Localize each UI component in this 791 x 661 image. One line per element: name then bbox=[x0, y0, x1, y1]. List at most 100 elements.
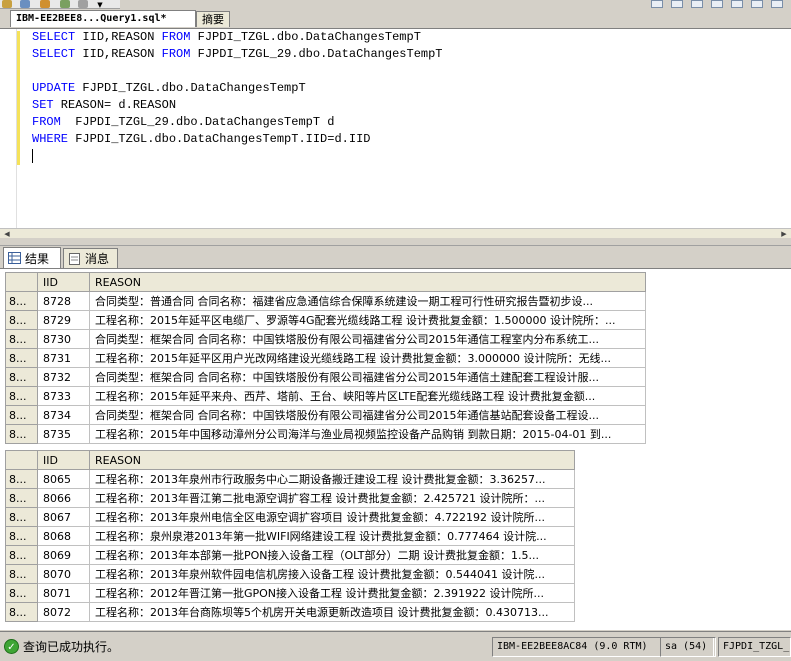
row-header[interactable]: 8... bbox=[5, 507, 38, 527]
tab-results[interactable]: 结果 bbox=[3, 247, 61, 268]
table-row[interactable]: 8... 8067 工程名称：2013年泉州电信全区电源空调扩容项目 设计费批复金额… bbox=[5, 507, 575, 527]
row-header[interactable]: 8... bbox=[5, 469, 38, 489]
refresh-icon[interactable] bbox=[60, 0, 70, 8]
table-row[interactable]: 8... 8072 工程名称：2013年台商陈坝等5个机房开关电源更新改造项目 设计… bbox=[5, 602, 575, 622]
cell-iid[interactable]: 8070 bbox=[37, 564, 90, 584]
cell-reason[interactable]: 工程名称：2015年延平区用户光改网络建设光缆线路工程 设计费批复金额：3.00… bbox=[89, 348, 646, 368]
table-row[interactable]: 8... 8734 合同类型：框架合同 合同名称：中国铁塔股份有限公司福建省分公司2… bbox=[5, 405, 646, 425]
open-icon[interactable] bbox=[40, 0, 50, 8]
code-line[interactable]: SELECT IID,REASON FROM FJPDI_TZGL.dbo.Da… bbox=[32, 29, 443, 46]
cell-iid[interactable]: 8067 bbox=[37, 507, 90, 527]
row-header[interactable]: 8... bbox=[5, 405, 38, 425]
chevron-down-icon[interactable]: ▼ bbox=[94, 1, 106, 9]
cell-reason[interactable]: 合同类型：框架合同 合同名称：中国铁塔股份有限公司福建省分公司2015年通信土建… bbox=[89, 367, 646, 387]
table-row[interactable]: 8... 8070 工程名称：2013年泉州软件园电信机房接入设备工程 设计费批复金… bbox=[5, 564, 575, 584]
cell-iid[interactable]: 8734 bbox=[37, 405, 90, 425]
table-row[interactable]: 8... 8733 工程名称：2015年延平来舟、西芹、塔前、王台、峡阳等片区LTE… bbox=[5, 386, 646, 406]
row-header[interactable]: 8... bbox=[5, 386, 38, 406]
row-header[interactable]: 8... bbox=[5, 583, 38, 603]
table-row[interactable]: 8... 8729 工程名称：2015年延平区电缆厂、罗源等4G配套光缆线路工程 设… bbox=[5, 310, 646, 330]
table-row[interactable]: 8... 8069 工程名称：2013年本部第一批PON接入设备工程（OLT部分）二… bbox=[5, 545, 575, 565]
column-header-iid[interactable]: IID bbox=[37, 450, 90, 470]
cell-reason[interactable]: 合同类型：框架合同 合同名称：中国铁塔股份有限公司福建省分公司2015年通信工程… bbox=[89, 329, 646, 349]
cell-iid[interactable]: 8730 bbox=[37, 329, 90, 349]
cell-iid[interactable]: 8071 bbox=[37, 583, 90, 603]
toolbar-toggle-icon[interactable] bbox=[651, 0, 663, 8]
row-header[interactable]: 8... bbox=[5, 424, 38, 444]
code-line[interactable] bbox=[32, 63, 443, 80]
table-row[interactable]: 8... 8731 工程名称：2015年延平区用户光改网络建设光缆线路工程 设计费批… bbox=[5, 348, 646, 368]
row-header[interactable]: 8... bbox=[5, 367, 38, 387]
result-grid-2[interactable]: IID REASON 8... 8065 工程名称：2013年泉州市行政服务中心二期… bbox=[5, 450, 575, 622]
cell-iid[interactable]: 8066 bbox=[37, 488, 90, 508]
editor-results-splitter[interactable] bbox=[0, 238, 791, 246]
cell-reason[interactable]: 工程名称：2013年泉州软件园电信机房接入设备工程 设计费批复金额：0.5440… bbox=[89, 564, 575, 584]
cell-reason[interactable]: 工程名称：2012年晋江第一批GPON接入设备工程 设计费批复金额：2.3919… bbox=[89, 583, 575, 603]
cell-reason[interactable]: 工程名称：2013年泉州电信全区电源空调扩容项目 设计费批复金额：4.72219… bbox=[89, 507, 575, 527]
cell-iid[interactable]: 8072 bbox=[37, 602, 90, 622]
cell-reason[interactable]: 工程名称：2015年延平来舟、西芹、塔前、王台、峡阳等片区LTE配套光缆线路工程… bbox=[89, 386, 646, 406]
sql-editor[interactable]: SELECT IID,REASON FROM FJPDI_TZGL.dbo.Da… bbox=[0, 28, 791, 239]
toolbar-toggle-icon[interactable] bbox=[671, 0, 683, 8]
cell-iid[interactable]: 8065 bbox=[37, 469, 90, 489]
cell-reason[interactable]: 工程名称：2013年泉州市行政服务中心二期设备搬迁建设工程 设计费批复金额：3.… bbox=[89, 469, 575, 489]
table-row[interactable]: 8... 8730 合同类型：框架合同 合同名称：中国铁塔股份有限公司福建省分公司2… bbox=[5, 329, 646, 349]
cell-iid[interactable]: 8728 bbox=[37, 291, 90, 311]
misc-icon[interactable] bbox=[78, 0, 88, 8]
table-row[interactable]: 8... 8728 合同类型：普通合同 合同名称：福建省应急通信综合保障系统建设一期… bbox=[5, 291, 646, 311]
cell-iid[interactable]: 8733 bbox=[37, 386, 90, 406]
save-icon[interactable] bbox=[20, 0, 30, 8]
tab-query1[interactable]: IBM-EE2BEE8...Query1.sql* bbox=[10, 10, 196, 27]
tab-messages[interactable]: 消息 bbox=[63, 248, 118, 268]
code-line[interactable]: SELECT IID,REASON FROM FJPDI_TZGL_29.dbo… bbox=[32, 46, 443, 63]
table-row[interactable]: 8... 8068 工程名称：泉州泉港2013年第一批WIFI网络建设工程 设计费批… bbox=[5, 526, 575, 546]
cell-reason[interactable]: 工程名称：2013年台商陈坝等5个机房开关电源更新改造项目 设计费批复金额：0.… bbox=[89, 602, 575, 622]
result-grid-1[interactable]: IID REASON 8... 8728 合同类型：普通合同 合同名称：福建省应急通… bbox=[5, 272, 646, 444]
code-line[interactable]: WHERE FJPDI_TZGL.dbo.DataChangesTempT.II… bbox=[32, 131, 443, 148]
grid-corner[interactable] bbox=[5, 272, 38, 292]
toolbar-toggle-icon[interactable] bbox=[691, 0, 703, 8]
cell-reason[interactable]: 工程名称：2015年延平区电缆厂、罗源等4G配套光缆线路工程 设计费批复金额：1… bbox=[89, 310, 646, 330]
cell-reason[interactable]: 工程名称：2013年本部第一批PON接入设备工程（OLT部分）二期 设计费批复金… bbox=[89, 545, 575, 565]
cell-iid[interactable]: 8732 bbox=[37, 367, 90, 387]
table-row[interactable]: 8... 8066 工程名称：2013年晋江第二批电源空调扩容工程 设计费批复金额：… bbox=[5, 488, 575, 508]
cell-iid[interactable]: 8069 bbox=[37, 545, 90, 565]
row-header[interactable]: 8... bbox=[5, 526, 38, 546]
toolbar-toggle-icon[interactable] bbox=[731, 0, 743, 8]
grid-corner[interactable] bbox=[5, 450, 38, 470]
table-row[interactable]: 8... 8071 工程名称：2012年晋江第一批GPON接入设备工程 设计费批复金… bbox=[5, 583, 575, 603]
cell-iid[interactable]: 8068 bbox=[37, 526, 90, 546]
row-header[interactable]: 8... bbox=[5, 310, 38, 330]
cell-iid[interactable]: 8735 bbox=[37, 424, 90, 444]
toolbar-toggle-icon[interactable] bbox=[771, 0, 783, 8]
table-row[interactable]: 8... 8735 工程名称：2015年中国移动漳州分公司海洋与渔业局视频监控设备产… bbox=[5, 424, 646, 444]
code-line[interactable]: UPDATE FJPDI_TZGL.dbo.DataChangesTempT bbox=[32, 80, 443, 97]
code-line[interactable] bbox=[32, 148, 443, 165]
toolbar-toggle-icon[interactable] bbox=[751, 0, 763, 8]
column-header-iid[interactable]: IID bbox=[37, 272, 90, 292]
cell-reason[interactable]: 合同类型：框架合同 合同名称：中国铁塔股份有限公司福建省分公司2015年通信基站… bbox=[89, 405, 646, 425]
cell-iid[interactable]: 8731 bbox=[37, 348, 90, 368]
row-header[interactable]: 8... bbox=[5, 291, 38, 311]
folder-icon[interactable] bbox=[2, 0, 12, 8]
cell-iid[interactable]: 8729 bbox=[37, 310, 90, 330]
row-header[interactable]: 8... bbox=[5, 488, 38, 508]
row-header[interactable]: 8... bbox=[5, 348, 38, 368]
sql-code[interactable]: SELECT IID,REASON FROM FJPDI_TZGL.dbo.Da… bbox=[32, 29, 443, 165]
code-line[interactable]: FROM FJPDI_TZGL_29.dbo.DataChangesTempT … bbox=[32, 114, 443, 131]
cell-reason[interactable]: 合同类型：普通合同 合同名称：福建省应急通信综合保障系统建设一期工程可行性研究报… bbox=[89, 291, 646, 311]
code-line[interactable]: SET REASON= d.REASON bbox=[32, 97, 443, 114]
cell-reason[interactable]: 工程名称：2015年中国移动漳州分公司海洋与渔业局视频监控设备产品购销 到款日期… bbox=[89, 424, 646, 444]
cell-reason[interactable]: 工程名称：2013年晋江第二批电源空调扩容工程 设计费批复金额：2.425721… bbox=[89, 488, 575, 508]
row-header[interactable]: 8... bbox=[5, 602, 38, 622]
cell-reason[interactable]: 工程名称：泉州泉港2013年第一批WIFI网络建设工程 设计费批复金额：0.77… bbox=[89, 526, 575, 546]
row-header[interactable]: 8... bbox=[5, 329, 38, 349]
toolbar-toggle-icon[interactable] bbox=[711, 0, 723, 8]
column-header-reason[interactable]: REASON bbox=[89, 450, 575, 470]
table-row[interactable]: 8... 8732 合同类型：框架合同 合同名称：中国铁塔股份有限公司福建省分公司2… bbox=[5, 367, 646, 387]
tab-summary[interactable]: 摘要 bbox=[196, 11, 230, 27]
row-header[interactable]: 8... bbox=[5, 545, 38, 565]
row-header[interactable]: 8... bbox=[5, 564, 38, 584]
table-row[interactable]: 8... 8065 工程名称：2013年泉州市行政服务中心二期设备搬迁建设工程 设计… bbox=[5, 469, 575, 489]
column-header-reason[interactable]: REASON bbox=[89, 272, 646, 292]
